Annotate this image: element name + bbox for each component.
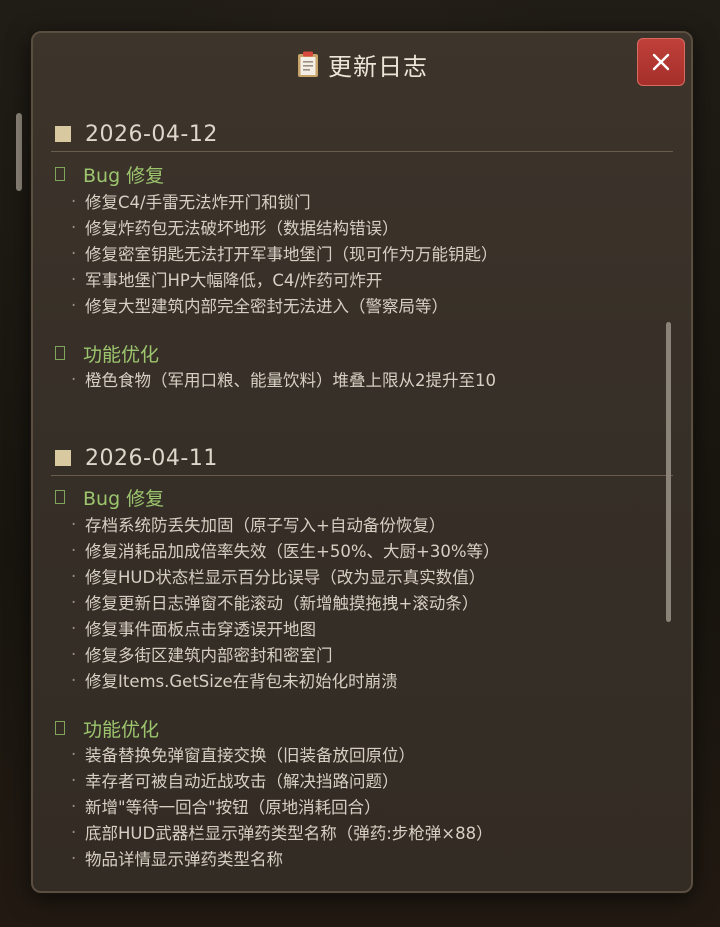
changelog-modal: 更新日志 2026-04-12 Bug 修复 · 修复C4/手雷无法炸开门和锁门 … xyxy=(31,31,693,893)
scrollbar-thumb[interactable] xyxy=(666,322,671,622)
dot-bullet: · xyxy=(71,269,77,289)
list-item-text: 修复事件面板点击穿透误开地图 xyxy=(85,620,316,639)
close-icon xyxy=(652,53,670,71)
modal-title: 更新日志 xyxy=(328,52,428,81)
dot-bullet: · xyxy=(71,822,77,842)
list-item: · 底部HUD武器栏显示弹药类型名称（弹药:步枪弹×88） xyxy=(71,819,493,845)
list-item-text: 修复炸药包无法破坏地形（数据结构错误） xyxy=(85,219,399,238)
list-item: · 修复多街区建筑内部密封和密室门 xyxy=(71,641,333,667)
list-item: · 修复消耗品加成倍率失效（医生+50%、大厨+30%等） xyxy=(71,537,500,563)
list-item: · 物品详情显示弹药类型名称 xyxy=(71,845,283,871)
list-item-text: 修复大型建筑内部完全密封无法进入（警察局等） xyxy=(85,297,448,316)
list-item-text: 幸存者可被自动近战攻击（解决挡路问题） xyxy=(85,772,399,791)
list-item: · 橙色食物（军用口粮、能量饮料）堆叠上限从2提升至10 xyxy=(71,366,496,392)
list-item-text: 橙色食物（军用口粮、能量饮料）堆叠上限从2提升至10 xyxy=(85,371,496,390)
modal-header: 更新日志 xyxy=(33,33,691,95)
list-item-text: 修复多街区建筑内部密封和密室门 xyxy=(85,646,333,665)
list-item-text: 修复更新日志弹窗不能滚动（新增触摸拖拽+滚动条） xyxy=(85,594,479,613)
section-marker-icon xyxy=(55,346,65,360)
list-item-text: 新增"等待一回合"按钮（原地消耗回合） xyxy=(85,798,381,817)
list-item-text: 装备替换免弹窗直接交换（旧装备放回原位） xyxy=(85,746,415,765)
list-item: · 幸存者可被自动近战攻击（解决挡路问题） xyxy=(71,767,399,793)
list-item-text: 存档系统防丢失加固（原子写入+自动备份恢复） xyxy=(85,516,446,535)
clipboard-icon xyxy=(298,51,318,77)
list-item: · 修复大型建筑内部完全密封无法进入（警察局等） xyxy=(71,292,448,318)
dot-bullet: · xyxy=(71,540,77,560)
dot-bullet: · xyxy=(71,770,77,790)
dot-bullet: · xyxy=(71,618,77,638)
list-item: · 军事地堡门HP大幅降低，C4/炸药可炸开 xyxy=(71,266,382,292)
list-item-text: 修复消耗品加成倍率失效（医生+50%、大厨+30%等） xyxy=(85,542,500,561)
section-title: 功能优化 xyxy=(55,340,159,366)
dot-bullet: · xyxy=(71,217,77,237)
list-item: · 装备替换免弹窗直接交换（旧装备放回原位） xyxy=(71,741,415,767)
square-bullet-icon xyxy=(55,126,71,142)
date-header: 2026-04-11 xyxy=(51,441,673,476)
list-item: · 修复Items.GetSize在背包未初始化时崩溃 xyxy=(71,667,398,693)
section-title-text: 功能优化 xyxy=(83,343,160,366)
changelog-scroll-area[interactable]: 2026-04-12 Bug 修复 · 修复C4/手雷无法炸开门和锁门 · 修复炸药… xyxy=(33,95,691,889)
date-text: 2026-04-12 xyxy=(85,121,218,147)
list-item: · 修复更新日志弹窗不能滚动（新增触摸拖拽+滚动条） xyxy=(71,589,478,615)
list-item-text: 修复密室钥匙无法打开军事地堡门（现可作为万能钥匙） xyxy=(85,245,498,264)
dot-bullet: · xyxy=(71,796,77,816)
section-marker-icon xyxy=(55,721,65,735)
section-title: 功能优化 xyxy=(55,715,159,741)
list-item: · 修复事件面板点击穿透误开地图 xyxy=(71,615,316,641)
dot-bullet: · xyxy=(71,514,77,534)
dot-bullet: · xyxy=(71,644,77,664)
list-item: · 修复密室钥匙无法打开军事地堡门（现可作为万能钥匙） xyxy=(71,240,498,266)
list-item-text: 修复HUD状态栏显示百分比误导（改为显示真实数值） xyxy=(85,568,486,587)
list-item-text: 修复C4/手雷无法炸开门和锁门 xyxy=(85,193,311,212)
dot-bullet: · xyxy=(71,295,77,315)
list-item-text: 修复Items.GetSize在背包未初始化时崩溃 xyxy=(85,672,398,691)
square-bullet-icon xyxy=(55,450,71,466)
dot-bullet: · xyxy=(71,369,77,389)
dot-bullet: · xyxy=(71,744,77,764)
section-marker-icon xyxy=(55,167,65,181)
section-title-text: Bug 修复 xyxy=(83,164,165,187)
list-item-text: 底部HUD武器栏显示弹药类型名称（弹药:步枪弹×88） xyxy=(85,824,493,843)
dot-bullet: · xyxy=(71,566,77,586)
dot-bullet: · xyxy=(71,592,77,612)
title-group: 更新日志 xyxy=(296,47,428,82)
date-text: 2026-04-11 xyxy=(85,445,218,471)
section-title-text: 功能优化 xyxy=(83,718,160,741)
list-item: · 存档系统防丢失加固（原子写入+自动备份恢复） xyxy=(71,511,445,537)
list-item: · 修复炸药包无法破坏地形（数据结构错误） xyxy=(71,214,399,240)
section-title: Bug 修复 xyxy=(55,161,164,187)
list-item: · 修复HUD状态栏显示百分比误导（改为显示真实数值） xyxy=(71,563,485,589)
background-scrollbar[interactable] xyxy=(16,113,22,191)
section-title: Bug 修复 xyxy=(55,484,164,510)
dot-bullet: · xyxy=(71,191,77,211)
date-header: 2026-04-12 xyxy=(51,117,673,152)
dot-bullet: · xyxy=(71,243,77,263)
dot-bullet: · xyxy=(71,670,77,690)
section-title-text: Bug 修复 xyxy=(83,487,165,510)
dot-bullet: · xyxy=(71,848,77,868)
list-item: · 新增"等待一回合"按钮（原地消耗回合） xyxy=(71,793,381,819)
section-marker-icon xyxy=(55,490,65,504)
list-item: · 修复C4/手雷无法炸开门和锁门 xyxy=(71,188,311,214)
close-button[interactable] xyxy=(637,38,685,86)
list-item-text: 物品详情显示弹药类型名称 xyxy=(85,850,283,869)
list-item-text: 军事地堡门HP大幅降低，C4/炸药可炸开 xyxy=(85,271,383,290)
